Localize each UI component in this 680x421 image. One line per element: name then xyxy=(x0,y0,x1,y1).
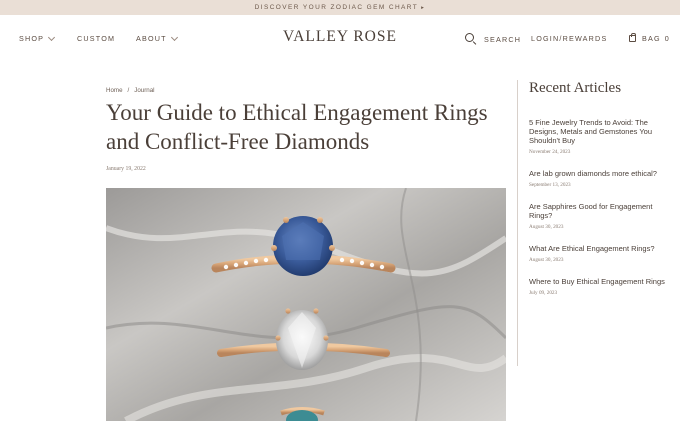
article-date: November 24, 2023 xyxy=(529,149,571,155)
recent-articles-sidebar: Recent Articles 5 Fine Jewelry Trends to… xyxy=(529,80,669,310)
breadcrumb: Home / Journal xyxy=(106,87,155,94)
article-link[interactable]: Where to Buy Ethical Engagement Rings xyxy=(529,277,669,286)
list-item[interactable]: Are Sapphires Good for Engagement Rings?… xyxy=(529,202,669,230)
article-link[interactable]: Are Sapphires Good for Engagement Rings? xyxy=(529,202,669,220)
search-button[interactable]: SEARCH xyxy=(465,33,521,45)
login-rewards-link[interactable]: LOGIN/REWARDS xyxy=(531,34,607,43)
article-date: July 09, 2023 xyxy=(529,290,558,296)
article-date: August 30, 2023 xyxy=(529,224,564,230)
article-link[interactable]: 5 Fine Jewelry Trends to Avoid: The Desi… xyxy=(529,118,669,145)
article-date: January 19, 2022 xyxy=(106,166,146,172)
bag-button[interactable]: BAG 0 xyxy=(629,33,670,43)
list-item[interactable]: Where to Buy Ethical Engagement Rings Ju… xyxy=(529,277,669,296)
list-item[interactable]: Are lab grown diamonds more ethical? Sep… xyxy=(529,169,669,188)
announcement-arrow-icon: ▸ xyxy=(421,4,426,11)
hero-image xyxy=(106,188,506,421)
sidebar-title: Recent Articles xyxy=(529,80,622,96)
announcement-text[interactable]: DISCOVER YOUR ZODIAC GEM CHART xyxy=(255,4,418,11)
article-link[interactable]: Are lab grown diamonds more ethical? xyxy=(529,169,669,178)
login-label: LOGIN/REWARDS xyxy=(531,34,608,43)
breadcrumb-journal[interactable]: Journal xyxy=(134,87,154,94)
article-date: August 30, 2023 xyxy=(529,257,564,263)
bag-label: BAG xyxy=(642,34,661,43)
article-date: September 13, 2023 xyxy=(529,182,571,188)
breadcrumb-home[interactable]: Home xyxy=(106,87,123,94)
bag-count: 0 xyxy=(664,34,670,43)
bag-icon xyxy=(629,33,636,42)
breadcrumb-separator: / xyxy=(127,87,130,94)
search-icon xyxy=(465,33,477,45)
announcement-bar[interactable]: DISCOVER YOUR ZODIAC GEM CHART ▸ xyxy=(0,0,680,15)
site-header: SHOP CUSTOM ABOUT VALLEY ROSE SEARCH LOG… xyxy=(0,15,680,63)
page-title: Your Guide to Ethical Engagement Rings a… xyxy=(106,100,488,154)
list-item[interactable]: 5 Fine Jewelry Trends to Avoid: The Desi… xyxy=(529,118,669,155)
search-label: SEARCH xyxy=(484,34,522,44)
list-item[interactable]: What Are Ethical Engagement Rings? Augus… xyxy=(529,244,669,263)
sidebar-divider xyxy=(517,80,518,366)
article-link[interactable]: What Are Ethical Engagement Rings? xyxy=(529,244,669,253)
